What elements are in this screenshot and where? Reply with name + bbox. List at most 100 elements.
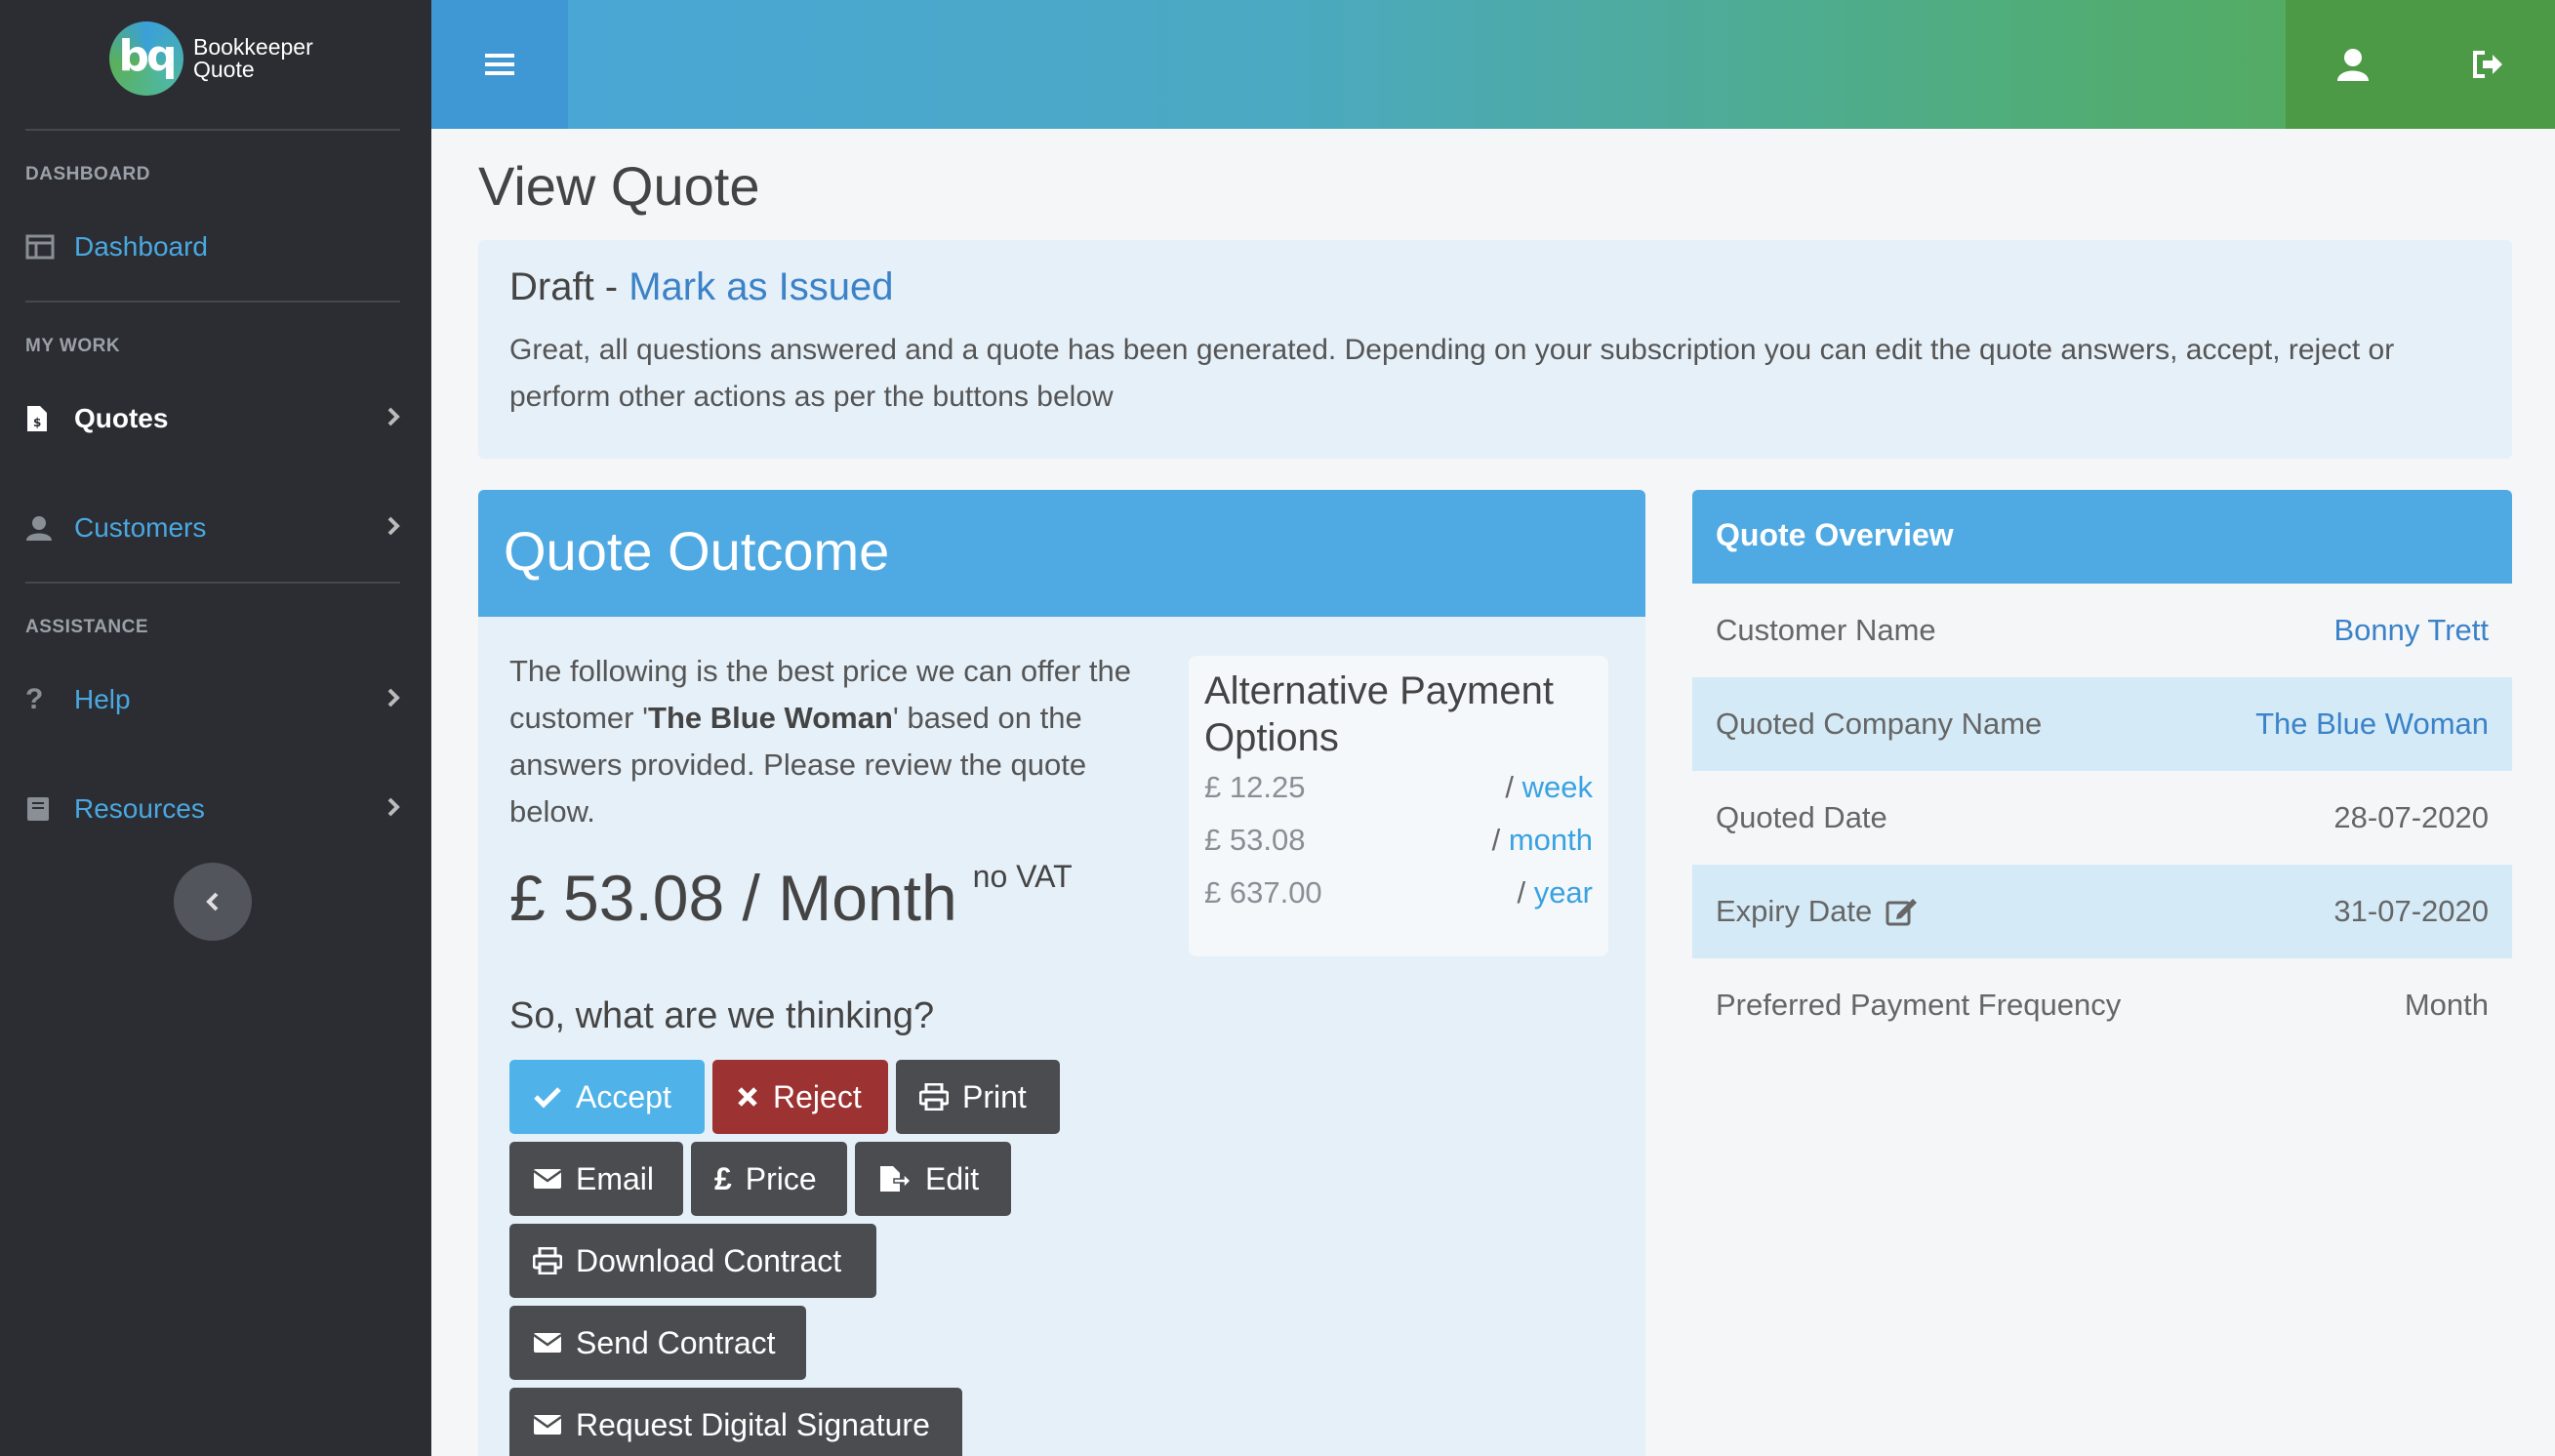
quote-file-icon: $ — [25, 404, 74, 433]
printer-icon — [533, 1247, 562, 1274]
overview-label: Preferred Payment Frequency — [1716, 988, 2122, 1022]
profile-button[interactable] — [2286, 0, 2420, 129]
quote-overview-title: Quote Overview — [1692, 490, 2512, 584]
accept-button[interactable]: Accept — [509, 1060, 705, 1134]
quote-price-value: £ 53.08 / Month — [509, 862, 957, 934]
quoted-date-value: 28-07-2020 — [2333, 800, 2489, 834]
user-icon — [25, 514, 74, 542]
alt-option-amount: £ 53.08 — [1204, 823, 1306, 857]
draft-notice: Draft - Mark as Issued Great, all questi… — [478, 240, 2512, 459]
print-button[interactable]: Print — [896, 1060, 1060, 1134]
price-button[interactable]: £ Price — [691, 1142, 847, 1216]
brand[interactable]: bq Bookkeeper Quote — [109, 21, 313, 96]
alt-option-period-link[interactable]: month — [1509, 823, 1593, 857]
draft-message: Great, all questions answered and a quot… — [509, 334, 2395, 413]
quote-outcome-card: Quote Outcome The following is the best … — [478, 490, 1645, 1456]
question-icon: ? — [25, 683, 44, 715]
sidebar-item-dashboard[interactable]: Dashboard — [25, 222, 400, 271]
chevron-right-icon — [381, 403, 400, 434]
overview-label-with-icon: Expiry Date — [1716, 894, 1919, 929]
quote-outcome-intro: The following is the best price we can o… — [509, 648, 1134, 835]
sidebar-item-label: Customers — [74, 512, 207, 543]
quote-outcome-title: Quote Outcome — [478, 490, 1645, 617]
expiry-date-value: 31-07-2020 — [2333, 894, 2489, 928]
menu-toggle-button[interactable] — [431, 0, 568, 129]
alt-option-amount: £ 637.00 — [1204, 875, 1322, 910]
alt-option-period-link[interactable]: year — [1534, 875, 1593, 910]
sidebar-heading-assistance: ASSISTANCE — [25, 617, 149, 637]
envelope-icon — [533, 1332, 562, 1354]
brand-line2: Quote — [193, 57, 255, 82]
sidebar-item-customers[interactable]: Customers — [25, 504, 400, 552]
edit-icon[interactable] — [1886, 897, 1919, 926]
download-contract-label: Download Contract — [576, 1242, 842, 1278]
request-digital-signature-button[interactable]: Request Digital Signature — [509, 1388, 962, 1456]
sidebar-item-quotes[interactable]: $ Quotes — [25, 394, 400, 443]
envelope-icon — [533, 1414, 562, 1436]
page-title: View Quote — [478, 155, 760, 217]
price-button-label: Price — [745, 1160, 817, 1196]
decision-prompt: So, what are we thinking? — [509, 995, 935, 1036]
send-contract-button[interactable]: Send Contract — [509, 1306, 806, 1380]
sidebar-item-resources[interactable]: Resources — [25, 785, 400, 833]
quote-overview-card: Quote Overview Customer Name Bonny Trett… — [1692, 490, 2512, 1031]
edit-file-icon — [878, 1164, 912, 1193]
brand-name: Bookkeeper Quote — [193, 36, 313, 81]
reject-button[interactable]: Reject — [712, 1060, 888, 1134]
topbar — [431, 0, 2555, 129]
user-icon — [2337, 49, 2369, 81]
sidebar-item-label: Quotes — [74, 403, 169, 433]
logout-icon — [2473, 51, 2502, 78]
sidebar-item-help[interactable]: ? Help — [25, 675, 400, 724]
download-contract-button[interactable]: Download Contract — [509, 1224, 876, 1298]
brand-logo-text: bq — [118, 30, 178, 81]
printer-icon — [919, 1083, 949, 1111]
customer-name-link[interactable]: Bonny Trett — [2333, 613, 2489, 648]
sidebar-heading-dashboard: DASHBOARD — [25, 164, 150, 184]
book-icon — [25, 795, 74, 823]
svg-text:$: $ — [33, 416, 41, 429]
sidebar: bq Bookkeeper Quote DASHBOARD Dashboard … — [0, 0, 431, 1456]
email-button-label: Email — [576, 1160, 655, 1196]
edit-button[interactable]: Edit — [855, 1142, 1011, 1216]
alt-option-row: £ 12.25 / week — [1204, 770, 1593, 804]
alt-option-row: £ 53.08 / month — [1204, 823, 1593, 857]
collapse-sidebar-button[interactable] — [174, 863, 252, 941]
quote-price: £ 53.08 / Month no VAT — [509, 859, 1073, 935]
alternative-payment-title: Alternative Payment Options — [1204, 669, 1554, 759]
alt-option-period-link[interactable]: week — [1522, 770, 1593, 804]
sidebar-heading-my-work: MY WORK — [25, 336, 121, 356]
chevron-right-icon — [381, 793, 400, 825]
alt-option-row: £ 637.00 / year — [1204, 875, 1593, 910]
email-button[interactable]: Email — [509, 1142, 683, 1216]
company-name-link[interactable]: The Blue Woman — [2255, 707, 2489, 742]
draft-status-label: Draft - — [509, 265, 629, 308]
draft-status: Draft - Mark as Issued — [509, 265, 2481, 309]
pound-icon: £ — [714, 1160, 732, 1196]
brand-line1: Bookkeeper — [193, 34, 313, 60]
sidebar-item-label: Resources — [74, 793, 205, 824]
overview-row-customer-name: Customer Name Bonny Trett — [1692, 584, 2512, 677]
sidebar-divider — [25, 582, 400, 584]
reject-button-label: Reject — [773, 1078, 862, 1114]
sidebar-divider — [25, 301, 400, 303]
overview-row-expiry-date: Expiry Date 31-07-2020 — [1692, 865, 2512, 958]
intro-company: The Blue Woman — [648, 701, 893, 735]
overview-row-payment-frequency: Preferred Payment Frequency Month — [1692, 958, 2512, 1052]
sidebar-divider — [25, 129, 400, 131]
print-button-label: Print — [962, 1078, 1027, 1114]
close-icon — [736, 1085, 759, 1109]
topbar-actions — [2286, 0, 2555, 129]
chevron-left-icon — [206, 892, 219, 911]
mark-as-issued-link[interactable]: Mark as Issued — [629, 265, 893, 308]
send-contract-label: Send Contract — [576, 1324, 776, 1360]
envelope-icon — [533, 1168, 562, 1190]
edit-button-label: Edit — [925, 1160, 980, 1196]
logout-button[interactable] — [2420, 0, 2555, 129]
brand-logo: bq — [109, 21, 183, 96]
hamburger-icon — [485, 54, 514, 75]
chevron-right-icon — [381, 684, 400, 715]
sidebar-item-label: Dashboard — [74, 231, 208, 262]
vat-note: no VAT — [972, 859, 1073, 894]
dashboard-icon — [25, 234, 74, 260]
